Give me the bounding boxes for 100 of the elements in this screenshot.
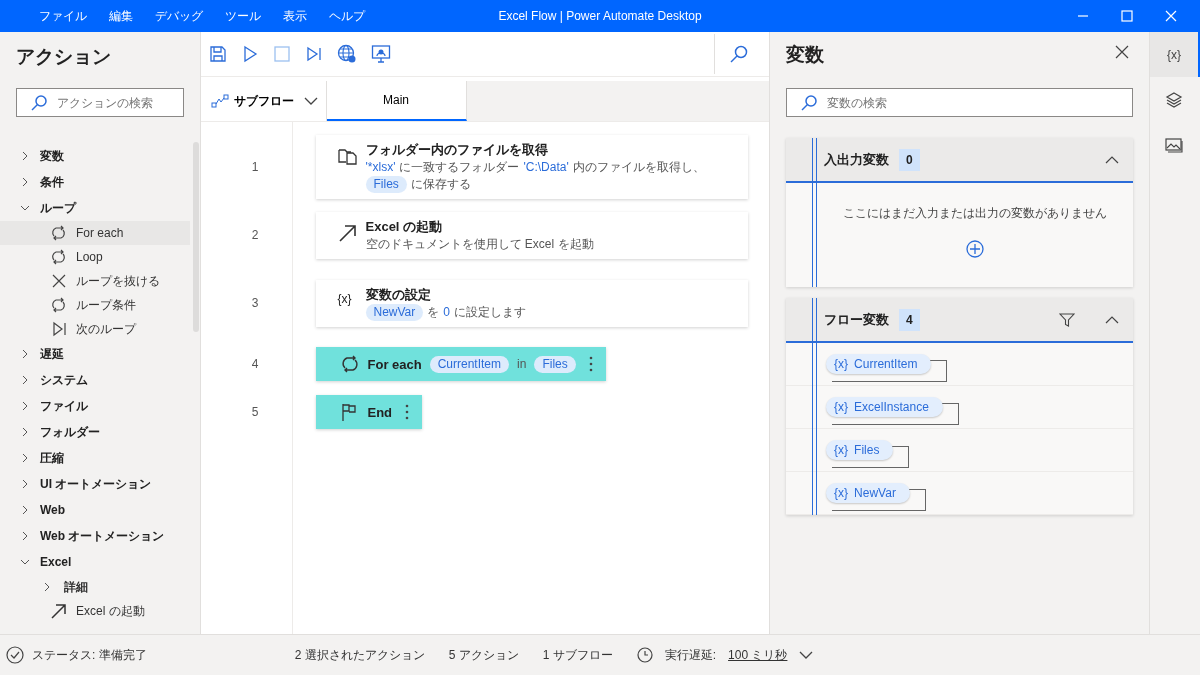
step-title: 変数の設定 <box>365 285 432 304</box>
count-badge: 4 <box>899 308 920 331</box>
action-step[interactable]: End <box>315 395 423 429</box>
category-item[interactable]: ループ <box>0 195 200 221</box>
action-step[interactable]: フォルダー内のファイルを取得 '*xlsx' に一致するフォルダー 'C:\Data' 内のファイルを取得し、 Files に保存する <box>315 135 748 199</box>
action-item[interactable]: For each <box>0 221 190 245</box>
step-icon[interactable] <box>304 45 323 63</box>
step-description: に保存する <box>410 176 471 193</box>
chevron-icon <box>303 96 318 106</box>
action-item[interactable]: ループを抜ける <box>0 269 190 293</box>
search-icon <box>30 94 48 112</box>
chevron-icon <box>20 401 30 411</box>
maximize-icon[interactable] <box>1120 9 1134 23</box>
selected-count: 2 選択されたアクション <box>294 646 425 664</box>
image-icon <box>1165 135 1184 154</box>
category-item[interactable]: 圧縮 <box>0 445 200 471</box>
step-description: に設定します <box>454 303 526 321</box>
chevron-icon <box>42 582 52 592</box>
line-number: 3 <box>251 296 259 310</box>
count-badge: 0 <box>899 148 920 171</box>
save-icon[interactable] <box>208 45 227 63</box>
step-title: End <box>367 404 393 420</box>
action-item[interactable]: Excel の起動 <box>0 599 190 623</box>
panel-title: 変数 <box>785 43 825 67</box>
category-item[interactable]: 遅延 <box>0 341 200 367</box>
search-icon <box>800 94 819 112</box>
collapse-icon[interactable] <box>1105 314 1120 325</box>
variable-chip[interactable]: {x} Files <box>826 440 894 460</box>
chevron-icon <box>20 375 30 385</box>
variable-token: Files <box>365 176 407 193</box>
menu-item[interactable]: ファイル <box>28 7 98 25</box>
category-item[interactable]: 変数 <box>0 143 200 169</box>
filter-icon[interactable] <box>1059 311 1076 328</box>
category-item[interactable]: Web オートメーション <box>0 523 200 549</box>
step-description: 空のドキュメントを使用して Excel を起動 <box>365 235 594 253</box>
loop-icon <box>50 249 68 265</box>
variable-chip[interactable]: {x} ExcelInstance <box>826 397 943 417</box>
action-step[interactable]: {x} 変数の設定 NewVar を 0 に設定します <box>315 279 748 327</box>
parameter-value: 0 <box>443 303 450 321</box>
action-item[interactable]: Loop <box>0 245 190 269</box>
variable-chip[interactable]: {x} NewVar <box>826 483 910 503</box>
variable-icon: {x} <box>337 291 358 306</box>
status-text: ステータス: 準備完了 <box>32 646 147 664</box>
section-title: フロー変数 <box>824 310 890 329</box>
menu-item[interactable]: ヘルプ <box>318 7 376 25</box>
parameter-value: '*xlsx' <box>365 159 396 176</box>
collapse-icon[interactable] <box>1105 154 1120 165</box>
monitor-icon[interactable] <box>370 44 391 64</box>
chevron-icon[interactable] <box>799 650 814 660</box>
category-item[interactable]: UI オートメーション <box>0 471 200 497</box>
subflow-count: 1 サブフロー <box>542 646 613 664</box>
more-icon[interactable] <box>404 403 411 421</box>
action-step[interactable]: For each CurrentItem in Files <box>315 347 606 381</box>
chevron-icon <box>20 531 30 541</box>
step-title: Excel の起動 <box>365 217 444 236</box>
action-item[interactable]: 次のループ <box>0 317 190 341</box>
arrow-icon <box>50 603 68 619</box>
delay-link[interactable]: 100 ミリ秒 <box>728 646 788 664</box>
chevron-icon <box>20 427 30 437</box>
chevron-icon <box>20 177 30 187</box>
category-item[interactable]: Excel <box>0 549 200 575</box>
menu-item[interactable]: 編集 <box>98 7 144 25</box>
category-item[interactable]: 条件 <box>0 169 200 195</box>
variable-token: Files <box>534 355 576 373</box>
step-description: を <box>427 303 440 321</box>
add-icon[interactable] <box>965 240 984 258</box>
line-number: 1 <box>251 160 259 174</box>
rail-tab[interactable]: {x} <box>1150 32 1200 77</box>
action-item[interactable]: 詳細 <box>0 575 190 599</box>
chevron-icon <box>20 557 30 567</box>
menu-item[interactable]: ツール <box>214 7 272 25</box>
chevron-icon <box>20 349 30 359</box>
menu-item[interactable]: デバッグ <box>144 7 214 25</box>
category-item[interactable]: フォルダー <box>0 419 200 445</box>
cross-icon <box>50 273 68 289</box>
next-icon <box>50 321 68 337</box>
clock-icon <box>636 647 653 663</box>
window-title: Excel Flow | Power Automate Desktop <box>498 9 702 23</box>
check-icon <box>6 646 24 664</box>
flow-tab[interactable]: Main <box>326 81 467 121</box>
close-icon[interactable] <box>1115 45 1130 59</box>
globe-icon[interactable] <box>336 44 357 64</box>
variable-token: NewVar <box>365 303 424 321</box>
search-field[interactable]: 変数の検索 <box>786 88 1134 117</box>
line-number: 5 <box>251 405 259 419</box>
line-number: 2 <box>251 228 259 242</box>
action-item[interactable]: ループ条件 <box>0 293 190 317</box>
panel-title: アクション <box>15 45 112 69</box>
delay-label: 実行遅延: <box>664 646 717 664</box>
category-item[interactable]: Web <box>0 497 200 523</box>
category-item[interactable]: ファイル <box>0 393 200 419</box>
chevron-icon <box>20 453 30 463</box>
more-icon[interactable] <box>587 355 594 373</box>
chevron-icon <box>20 505 30 515</box>
action-step[interactable]: Excel の起動 空のドキュメントを使用して Excel を起動 <box>315 211 748 259</box>
chevron-icon <box>20 479 30 489</box>
category-item[interactable]: システム <box>0 367 200 393</box>
variable-chip[interactable]: {x} CurrentItem <box>826 354 932 374</box>
menu-item[interactable]: 表示 <box>272 7 318 25</box>
search-field[interactable]: アクションの検索 <box>16 88 184 117</box>
